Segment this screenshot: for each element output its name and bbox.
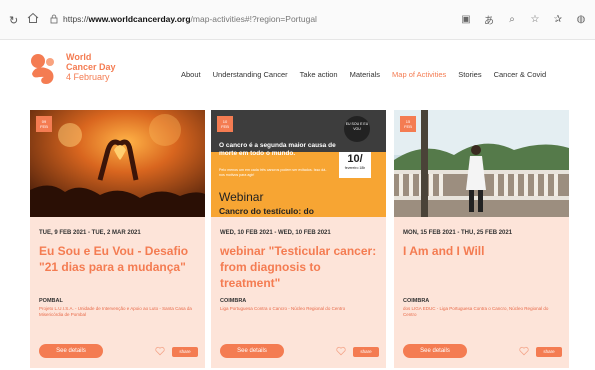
badge-month: FEB bbox=[40, 124, 48, 129]
share-button[interactable]: share bbox=[353, 347, 379, 357]
nav-understanding-cancer[interactable]: Understanding Cancer bbox=[207, 70, 294, 79]
banner-date-time: fevereiro 18h bbox=[344, 166, 366, 170]
card-image: EU SOU E EU VOU O cancro é a segunda mai… bbox=[211, 110, 386, 217]
translate-icon[interactable]: あ bbox=[483, 12, 495, 27]
lock-icon bbox=[50, 14, 58, 24]
activity-card[interactable]: EU SOU E EU VOU O cancro é a segunda mai… bbox=[211, 110, 386, 368]
home-icon[interactable] bbox=[27, 12, 39, 24]
share-button[interactable]: share bbox=[172, 347, 198, 357]
address-bar[interactable]: https://www.worldcancerday.org/map-activ… bbox=[50, 8, 445, 30]
url-path: /map-activities#!?region=Portugal bbox=[190, 14, 317, 24]
banner-date: 10/ fevereiro 18h bbox=[339, 152, 371, 178]
nav-about[interactable]: About bbox=[175, 70, 207, 79]
banner-subtext: Pelo menos um em cada três cancros podem… bbox=[219, 168, 327, 177]
badge-month: FEB bbox=[404, 124, 412, 129]
zoom-icon[interactable]: ⌕ bbox=[506, 14, 518, 25]
card-title[interactable]: Eu Sou e Eu Vou - Desafio "21 dias para … bbox=[39, 243, 199, 275]
main-nav: About Understanding Cancer Take action M… bbox=[175, 70, 552, 79]
share-button[interactable]: share bbox=[536, 347, 562, 357]
banner-date-day: 10/ bbox=[347, 153, 363, 165]
nav-stories[interactable]: Stories bbox=[452, 70, 487, 79]
url-domain: www.worldcancerday.org bbox=[88, 14, 191, 24]
card-date: MON, 15 FEB 2021 - THU, 25 FEB 2021 bbox=[403, 230, 513, 236]
browser-toolbar: ↻ https://www.worldcancerday.org/map-act… bbox=[0, 0, 595, 40]
card-place: POMBAL bbox=[39, 298, 63, 304]
banner-webinar: Webinar bbox=[219, 190, 264, 204]
campaign-seal: EU SOU E EU VOU bbox=[344, 116, 370, 142]
concert-photo bbox=[30, 110, 205, 217]
see-details-button[interactable]: See details bbox=[220, 344, 284, 358]
heart-icon[interactable] bbox=[336, 346, 346, 356]
card-title[interactable]: I Am and I Will bbox=[403, 243, 563, 259]
banner-topic: Cancro do testículo: do bbox=[219, 206, 314, 216]
card-date: WED, 10 FEB 2021 - WED, 10 FEB 2021 bbox=[220, 230, 331, 236]
activity-card[interactable]: 09 FEB TUE, 9 FEB 2021 - TUE, 2 MAR 2021 … bbox=[30, 110, 205, 368]
browser-actions: ▣ あ ⌕ ☆ ✰ ◍ bbox=[460, 12, 587, 27]
card-image: 15 FEB bbox=[394, 110, 569, 217]
date-badge: 15 FEB bbox=[400, 116, 416, 132]
banner-headline: O cancro é a segunda maior causa de mort… bbox=[219, 142, 336, 157]
url-text[interactable]: https://www.worldcancerday.org/map-activ… bbox=[63, 14, 317, 24]
card-place: COIMBRA bbox=[403, 298, 430, 304]
nav-take-action[interactable]: Take action bbox=[294, 70, 344, 79]
card-title[interactable]: webinar "Testicular cancer: from diagnos… bbox=[220, 243, 380, 291]
refresh-icon[interactable]: ↻ bbox=[9, 14, 18, 27]
profile-icon[interactable]: ◍ bbox=[575, 14, 587, 25]
see-details-button[interactable]: See details bbox=[403, 344, 467, 358]
nav-map-of-activities[interactable]: Map of Activities bbox=[386, 70, 452, 79]
card-organization[interactable]: Liga Portuguesa Contra o Cancro - Núcleo… bbox=[220, 306, 380, 312]
card-place: COIMBRA bbox=[220, 298, 247, 304]
card-organization[interactable]: dos LIGA EDUC - Liga Portuguesa Contra o… bbox=[403, 306, 563, 318]
activity-card[interactable]: 15 FEB MON, 15 FEB 2021 - THU, 25 FEB 202… bbox=[394, 110, 569, 368]
logo-line2: Cancer Day bbox=[66, 62, 116, 72]
favorite-add-icon[interactable]: ☆ bbox=[529, 14, 541, 25]
logo-line3: 4 February bbox=[66, 72, 110, 82]
date-badge: 10 FEB bbox=[217, 116, 233, 132]
url-protocol: https:// bbox=[63, 14, 89, 24]
nav-cancer-covid[interactable]: Cancer & Covid bbox=[488, 70, 553, 79]
nav-materials[interactable]: Materials bbox=[344, 70, 386, 79]
see-details-button[interactable]: See details bbox=[39, 344, 103, 358]
card-image: 09 FEB bbox=[30, 110, 205, 217]
reader-icon[interactable]: ▣ bbox=[460, 14, 472, 25]
heart-icon[interactable] bbox=[519, 346, 529, 356]
badge-month: FEB bbox=[221, 124, 229, 129]
card-organization[interactable]: Projeto L.U.I.S.A. - Unidade de Interven… bbox=[39, 306, 199, 318]
outdoor-photo bbox=[394, 110, 569, 217]
heart-icon[interactable] bbox=[155, 346, 165, 356]
logo-text[interactable]: World Cancer Day 4 February bbox=[66, 52, 116, 82]
date-badge: 09 FEB bbox=[36, 116, 52, 132]
favorites-icon[interactable]: ✰ bbox=[552, 14, 564, 25]
card-date: TUE, 9 FEB 2021 - TUE, 2 MAR 2021 bbox=[39, 230, 141, 236]
logo-line1: World bbox=[66, 52, 92, 62]
world-cancer-day-logo[interactable] bbox=[28, 52, 60, 86]
